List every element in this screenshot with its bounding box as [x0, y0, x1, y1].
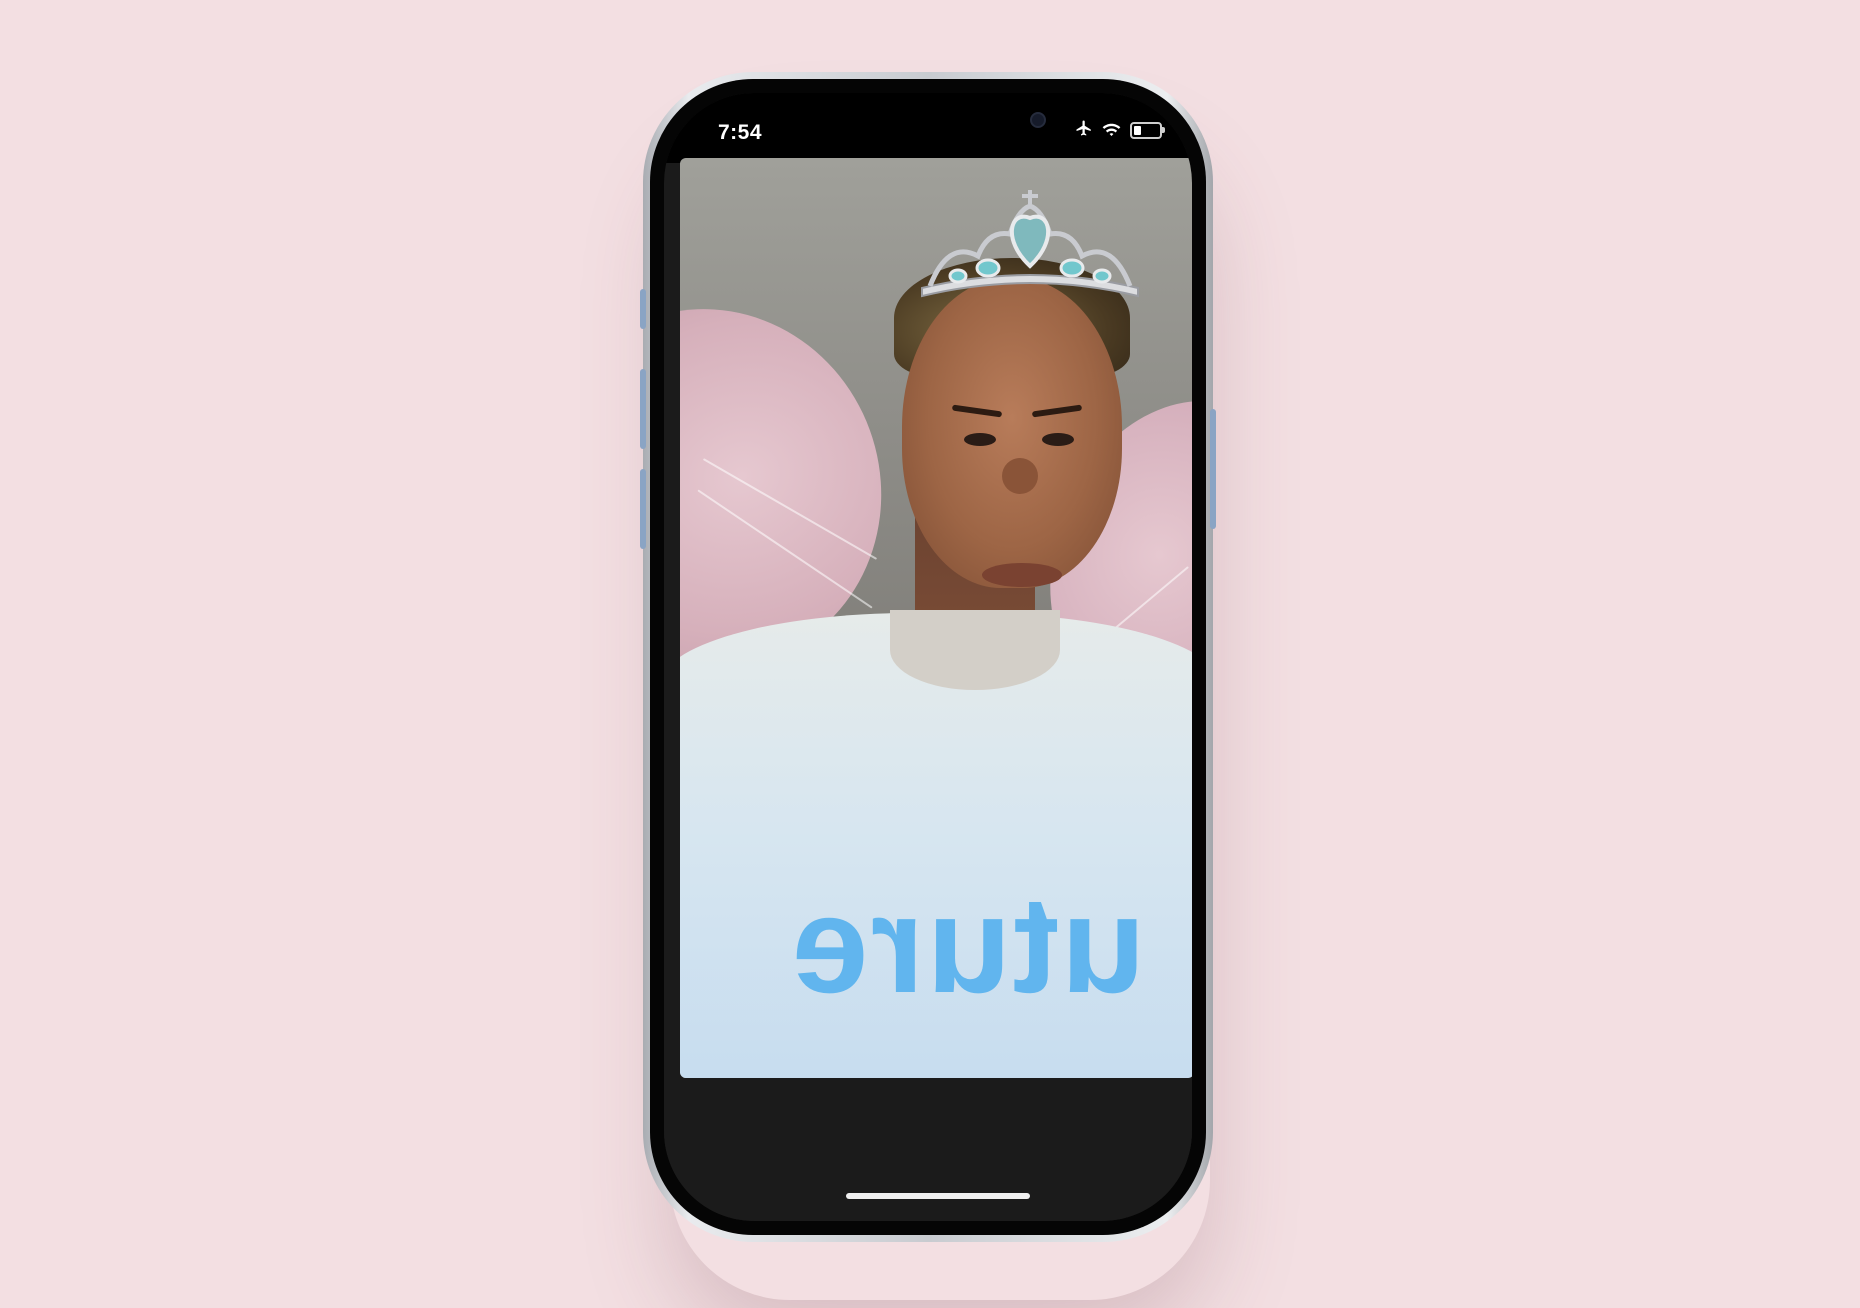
- power-button[interactable]: [1210, 409, 1216, 529]
- left-eye: [964, 433, 996, 446]
- mute-switch[interactable]: [640, 289, 646, 329]
- wifi-icon: [1102, 121, 1121, 141]
- right-eye: [1042, 433, 1074, 446]
- status-time: 7:54: [718, 121, 763, 144]
- volume-up-button[interactable]: [640, 369, 646, 449]
- volume-down-button[interactable]: [640, 469, 646, 549]
- status-icons: [1075, 119, 1165, 142]
- battery-icon: [1130, 122, 1165, 139]
- front-camera-icon: [1030, 112, 1046, 128]
- face: [902, 278, 1122, 588]
- mouth: [982, 563, 1062, 587]
- shirt-print-text: uture: [790, 868, 1145, 1022]
- bottom-bar: [664, 1078, 1192, 1221]
- nose: [1002, 458, 1038, 494]
- home-indicator[interactable]: [846, 1193, 1030, 1199]
- shirt-collar: [890, 610, 1060, 690]
- airplane-icon: [1075, 119, 1093, 142]
- status-bar: 7:54: [664, 93, 1192, 163]
- camera-preview[interactable]: uture: [680, 158, 1192, 1078]
- phone-bezel: 7:54 uture: [640, 79, 1216, 1235]
- tiara-filter-icon: [921, 190, 1139, 298]
- phone-frame: 7:54 uture: [640, 72, 1216, 1242]
- notch: [834, 93, 1048, 141]
- phone-screen: 7:54 uture: [664, 93, 1192, 1221]
